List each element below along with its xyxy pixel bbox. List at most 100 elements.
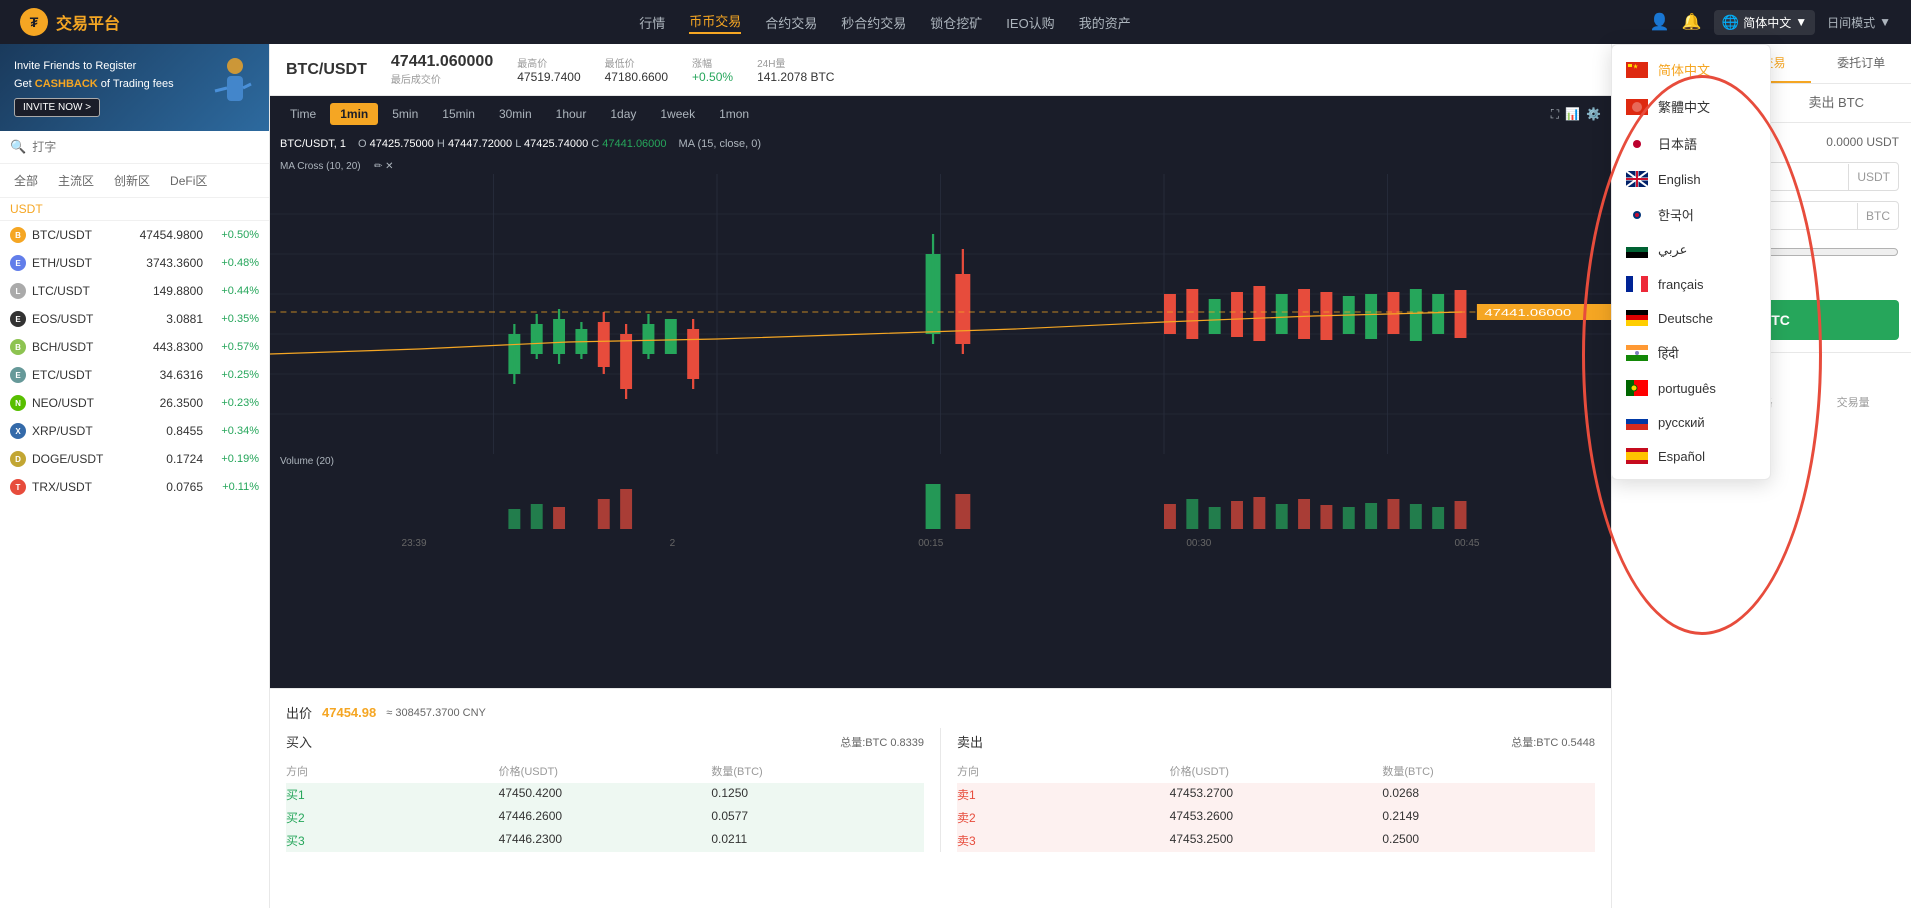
chart-indicator-icon[interactable]: 📊 [1565, 107, 1580, 122]
sidebar: Invite Friends to Register Get CASHBACK … [0, 44, 270, 908]
lang-item-fr[interactable]: français [1612, 267, 1770, 301]
ticker-change: 涨幅 +0.50% [692, 55, 733, 84]
sell-order-row[interactable]: 卖347453.25000.2500 [957, 829, 1595, 852]
coin-row[interactable]: BBTC/USDT47454.9800+0.50% [0, 221, 269, 249]
lang-item-hi[interactable]: हिंदी [1612, 335, 1770, 371]
chart-settings-icon[interactable]: ⚙️ [1586, 107, 1601, 122]
coin-row[interactable]: LLTC/USDT149.8800+0.44% [0, 277, 269, 305]
chart-area: BTC/USDT, 1 O 47425.75000 H 47447.72000 … [270, 132, 1611, 688]
lang-item-ar[interactable]: عربي [1612, 233, 1770, 267]
lang-item-ru[interactable]: русский [1612, 405, 1770, 439]
chart-tab-1hour[interactable]: 1hour [546, 103, 597, 125]
lang-item-zh-tw[interactable]: 繁體中文 [1612, 88, 1770, 125]
banner-text: Invite Friends to Register Get CASHBACK … [14, 58, 195, 93]
chart-tab-30min[interactable]: 30min [489, 103, 542, 125]
sell-order-table: 卖出 总量:BTC 0.5448 方向 价格(USDT) 数量(BTC) 卖14… [957, 728, 1595, 852]
nav-item-币币交易[interactable]: 币币交易 [689, 11, 741, 34]
nav-item-我的资产[interactable]: 我的资产 [1079, 13, 1131, 32]
volume-chart [270, 469, 1611, 529]
lang-item-es[interactable]: Español [1612, 439, 1770, 473]
flag-ja [1626, 136, 1648, 152]
chart-tab-Time[interactable]: Time [280, 103, 326, 125]
buy-order-row[interactable]: 买147450.42000.1250 [286, 783, 924, 806]
lang-label-ru: русский [1658, 415, 1705, 430]
nav-item-秒合约交易[interactable]: 秒合约交易 [841, 13, 906, 32]
order-price-label: 出价 [286, 703, 312, 722]
order-divider [940, 728, 941, 852]
tab-order[interactable]: 委托订单 [1811, 44, 1911, 83]
ticker-price-section: 47441.060000 最后成交价 [391, 53, 493, 86]
coin-row[interactable]: XXRP/USDT0.8455+0.34% [0, 417, 269, 445]
lang-item-de[interactable]: Deutsche [1612, 301, 1770, 335]
buy-total: 总量:BTC 0.8339 [840, 734, 924, 750]
buy-order-row[interactable]: 买247446.26000.0577 [286, 806, 924, 829]
lang-item-en[interactable]: English [1612, 162, 1770, 196]
search-input[interactable] [32, 140, 259, 154]
candlestick-chart: 47441.06000 [270, 174, 1611, 454]
market-tab-主流区[interactable]: 主流区 [54, 170, 98, 191]
volume-label: Volume (20) [270, 454, 1611, 469]
coin-row[interactable]: EETC/USDT34.6316+0.25% [0, 361, 269, 389]
buy-qty-unit: BTC [1857, 203, 1898, 229]
chart-ohlc: O 47425.75000 H 47447.72000 L 47425.7400… [358, 138, 667, 150]
ticker-low: 最低价 47180.6600 [605, 55, 668, 84]
chart-tab-1day[interactable]: 1day [600, 103, 646, 125]
buy-order-table: 买入 总量:BTC 0.8339 方向 价格(USDT) 数量(BTC) 买14… [286, 728, 924, 852]
buy-price-unit: USDT [1848, 164, 1898, 190]
sell-btc-tab[interactable]: 卖出 BTC [1762, 84, 1911, 122]
sell-order-row[interactable]: 卖147453.27000.0268 [957, 783, 1595, 806]
flag-ar [1626, 242, 1648, 258]
chart-tab-15min[interactable]: 15min [432, 103, 485, 125]
search-icon: 🔍 [10, 139, 26, 155]
chart-tab-1week[interactable]: 1week [650, 103, 705, 125]
fullscreen-icon[interactable]: ⛶ [1551, 107, 1559, 122]
lang-label-de: Deutsche [1658, 311, 1713, 326]
nav-item-IEO认购[interactable]: IEO认购 [1006, 13, 1054, 32]
lang-item-ko[interactable]: 한국어 [1612, 196, 1770, 233]
coin-row[interactable]: EEOS/USDT3.0881+0.35% [0, 305, 269, 333]
nav-item-锁仓挖矿[interactable]: 锁仓挖矿 [930, 13, 982, 32]
buy-orders-list: 买147450.42000.1250买247446.26000.0577买347… [286, 783, 924, 852]
ticker-high: 最高价 47519.7400 [517, 55, 580, 84]
nav-item-合约交易[interactable]: 合约交易 [765, 13, 817, 32]
lang-item-ja[interactable]: 日本語 [1612, 125, 1770, 162]
lang-label-en: English [1658, 172, 1701, 187]
coin-row[interactable]: NNEO/USDT26.3500+0.23% [0, 389, 269, 417]
flag-zh-tw [1626, 99, 1648, 115]
nav-item-行情[interactable]: 行情 [639, 13, 665, 32]
lang-label-pt: português [1658, 381, 1716, 396]
lang-item-zh-cn[interactable]: 简体中文 [1612, 51, 1770, 88]
ma-cross-edit[interactable]: ✏ ✕ [374, 161, 394, 172]
flag-hi [1626, 345, 1648, 361]
flag-en [1626, 171, 1648, 187]
chart-tab-5min[interactable]: 5min [382, 103, 428, 125]
market-tab-全部[interactable]: 全部 [10, 170, 42, 191]
coin-row[interactable]: BBCH/USDT443.8300+0.57% [0, 333, 269, 361]
lang-label-zh-tw: 繁體中文 [1658, 97, 1710, 116]
header: ₮ 交易平台 行情币币交易合约交易秒合约交易锁仓挖矿IEO认购我的资产 👤 🔔 … [0, 0, 1911, 44]
chart-tab-1mon[interactable]: 1mon [709, 103, 759, 125]
user-icon[interactable]: 👤 [1650, 12, 1670, 32]
invite-button[interactable]: INVITE NOW > [14, 98, 100, 117]
lang-item-pt[interactable]: português [1612, 371, 1770, 405]
chart-pair-label: BTC/USDT, 1 [280, 138, 346, 150]
sell-order-row[interactable]: 卖247453.26000.2149 [957, 806, 1595, 829]
mode-button[interactable]: 日间模式 ▼ [1827, 14, 1891, 31]
language-dropdown: 简体中文繁體中文日本語 English 한국어عربيfrançais Deutsch… [1611, 44, 1771, 480]
mode-label: 日间模式 [1827, 14, 1875, 31]
chart-tab-1min[interactable]: 1min [330, 103, 378, 125]
lang-button[interactable]: 🌐 简体中文 ▼ [1714, 10, 1815, 35]
coin-row[interactable]: DDOGE/USDT0.1724+0.19% [0, 445, 269, 473]
buy-order-row[interactable]: 买347446.23000.0211 [286, 829, 924, 852]
header-right: 👤 🔔 🌐 简体中文 ▼ 日间模式 ▼ [1650, 10, 1891, 35]
flag-fr [1626, 276, 1648, 292]
banner-illustration [205, 56, 255, 119]
bell-icon[interactable]: 🔔 [1682, 12, 1702, 32]
sell-total: 总量:BTC 0.5448 [1511, 734, 1595, 750]
coin-list: BBTC/USDT47454.9800+0.50%EETH/USDT3743.3… [0, 221, 269, 908]
flag-ko [1626, 207, 1648, 223]
coin-row[interactable]: TTRX/USDT0.0765+0.11% [0, 473, 269, 501]
market-tab-DeFi区[interactable]: DeFi区 [166, 170, 211, 191]
market-tab-创新区[interactable]: 创新区 [110, 170, 154, 191]
coin-row[interactable]: EETH/USDT3743.3600+0.48% [0, 249, 269, 277]
